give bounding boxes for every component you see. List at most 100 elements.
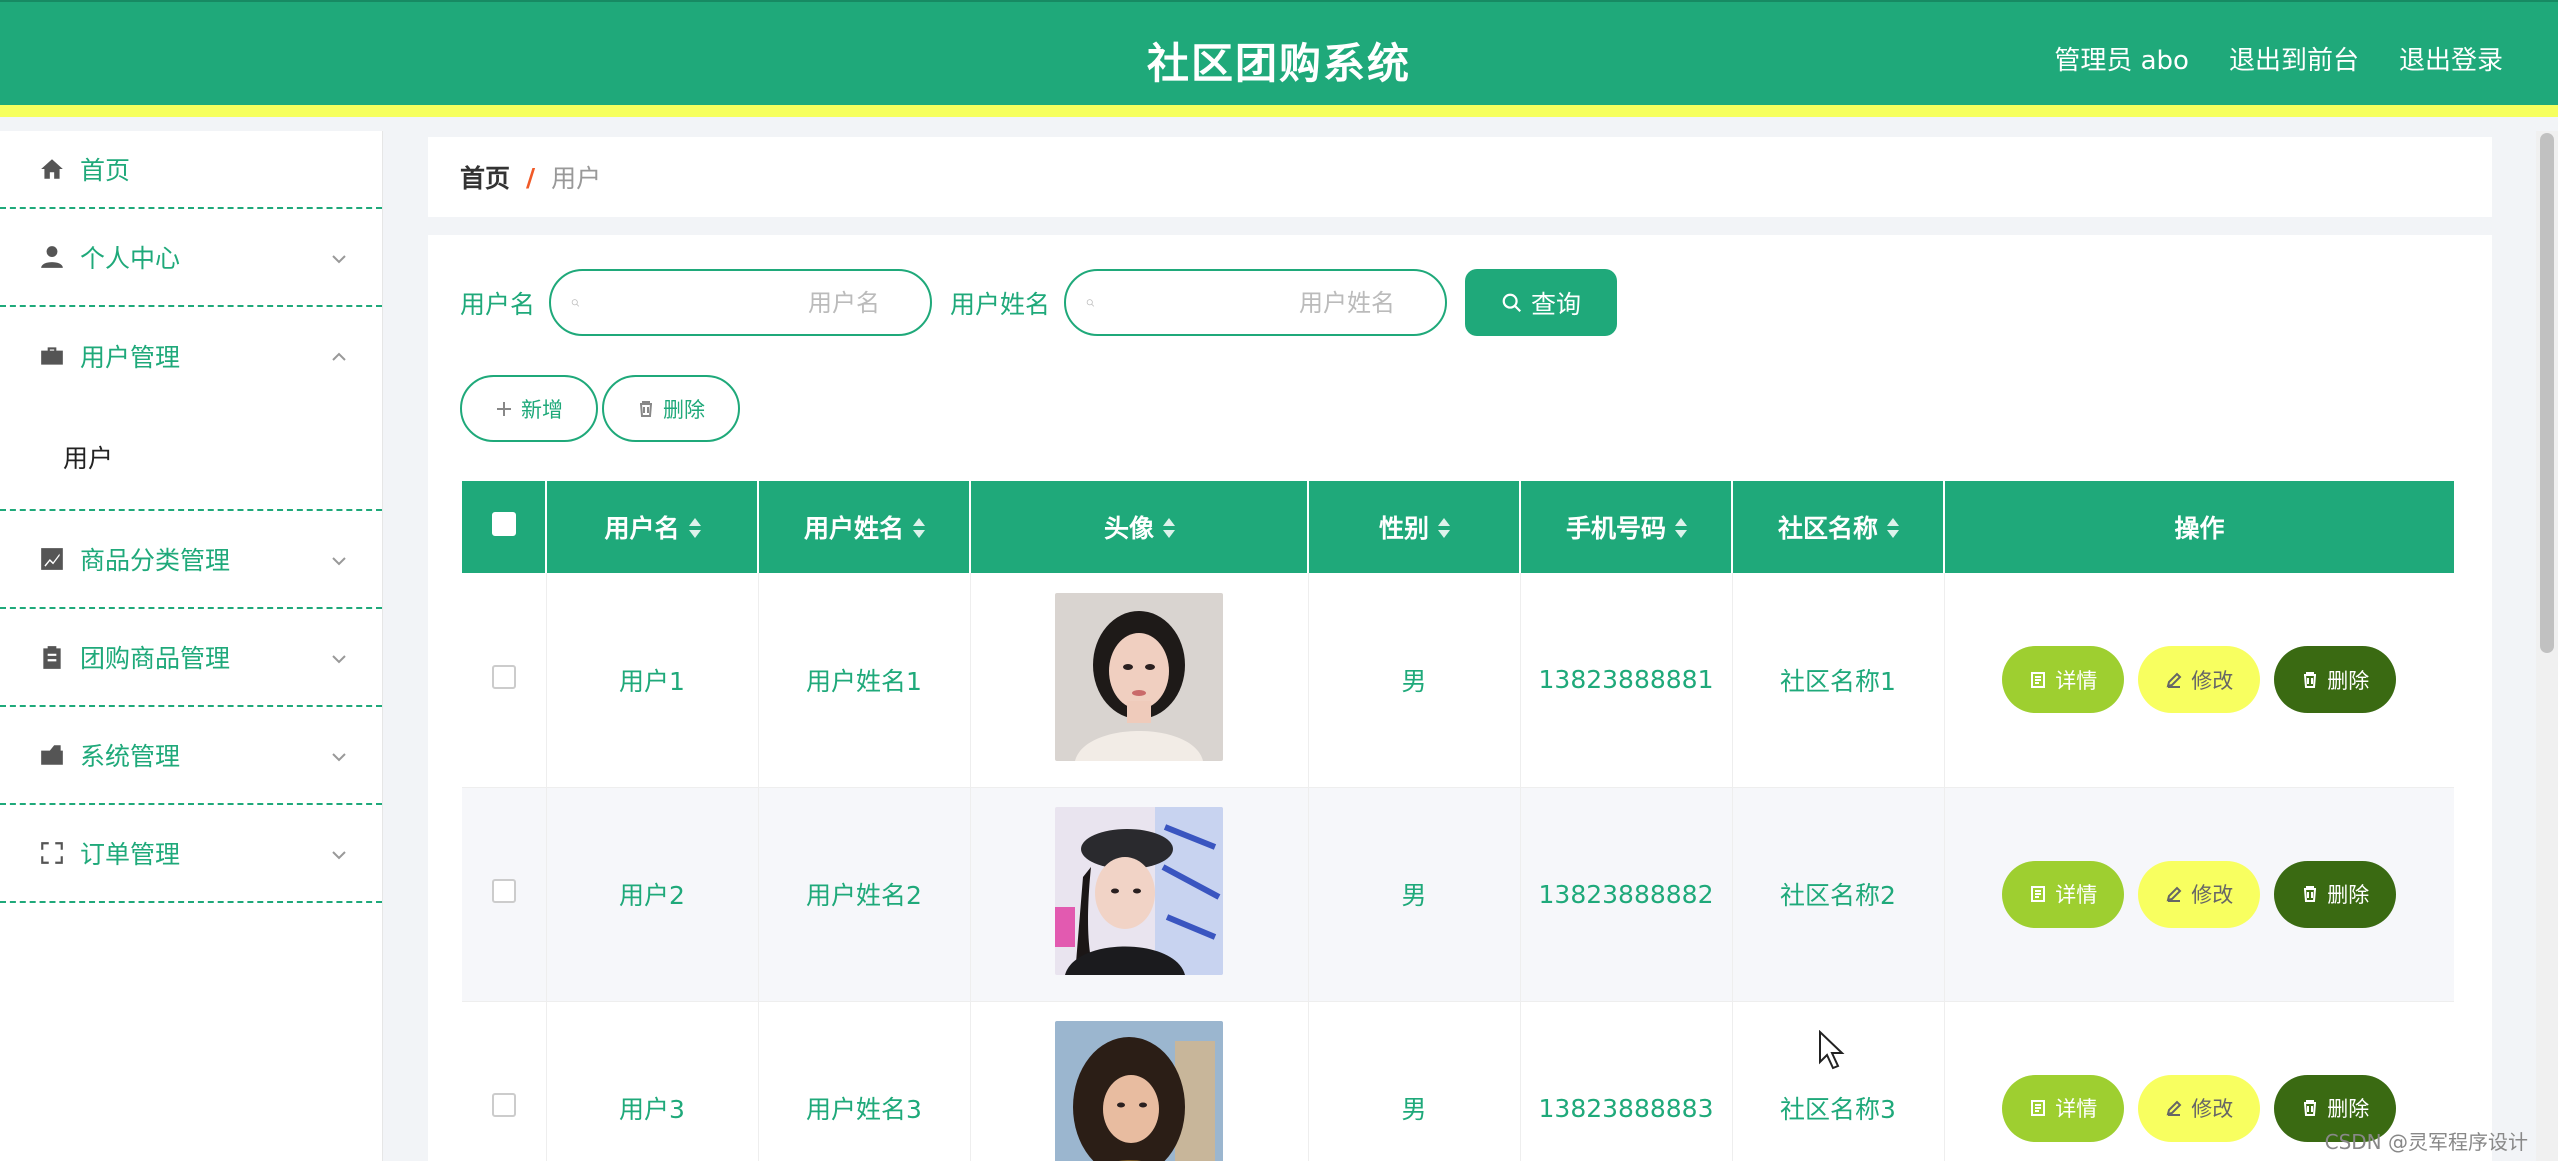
chart-icon <box>38 545 66 573</box>
sort-icon <box>1162 516 1175 545</box>
sidebar-item-order-management[interactable]: 订单管理 <box>0 805 382 903</box>
cell-username: 用户1 <box>546 573 759 788</box>
table-row: 用户2 用户姓名2 男 13823888882 社区名称2 详情 修改 删除 <box>462 787 2455 1002</box>
cell-community: 社区名称2 <box>1732 787 1945 1002</box>
sidebar-item-label: 订单管理 <box>80 840 181 869</box>
sort-icon <box>912 516 925 545</box>
sidebar-item-home[interactable]: 首页 <box>0 131 382 209</box>
search-icon <box>1502 293 1522 312</box>
sidebar-item-user-management[interactable]: 用户管理 <box>0 307 382 405</box>
exit-to-front-link[interactable]: 退出到前台 <box>2229 40 2359 77</box>
edit-button[interactable]: 修改 <box>2138 1074 2261 1142</box>
row-checkbox[interactable] <box>491 664 516 689</box>
detail-button[interactable]: 详情 <box>2002 1074 2125 1142</box>
row-checkbox[interactable] <box>491 879 516 903</box>
sidebar-item-label: 个人中心 <box>80 244 181 273</box>
watermark: CSDN @灵军程序设计 <box>2324 1130 2528 1154</box>
username-label: 用户名 <box>460 289 536 319</box>
document-icon <box>2031 671 2046 688</box>
delete-button[interactable]: 删除 <box>2274 860 2397 928</box>
sidebar-item-label: 用户管理 <box>80 343 181 372</box>
logout-link[interactable]: 退出登录 <box>2399 40 2503 77</box>
batch-delete-button-label: 删除 <box>663 397 705 422</box>
home-icon <box>38 155 66 183</box>
query-button[interactable]: 查询 <box>1465 269 1618 336</box>
table-header-row: 用户名 用户姓名 头像 性别 手机号码 社区名称 操作 <box>462 481 2454 573</box>
admin-user-label[interactable]: 管理员 abo <box>2054 40 2189 77</box>
column-header-operations: 操作 <box>1944 481 2454 573</box>
sidebar-item-groupbuy-goods[interactable]: 团购商品管理 <box>0 609 382 707</box>
briefcase-icon <box>38 342 66 370</box>
chevron-down-icon <box>330 547 348 566</box>
cell-community: 社区名称3 <box>1732 1001 1945 1161</box>
search-icon <box>571 298 580 307</box>
table-row: 用户1 用户姓名1 男 13823888881 社区名称1 详情 修改 删除 <box>462 573 2455 788</box>
sidebar: 首页 个人中心 用户管理 用户 商品分类管理 团购商品管理 系统管理 订单管理 <box>0 131 383 1161</box>
column-header-gender[interactable]: 性别 <box>1308 481 1521 573</box>
username-search-input[interactable] <box>580 288 911 317</box>
cell-gender: 男 <box>1308 787 1521 1002</box>
breadcrumb-home[interactable]: 首页 <box>460 159 510 195</box>
document-icon <box>2031 1100 2046 1116</box>
delete-button[interactable]: 删除 <box>2274 646 2397 714</box>
detail-button[interactable]: 详情 <box>2002 646 2125 714</box>
add-button-label: 新增 <box>521 397 563 422</box>
query-button-label: 查询 <box>1531 289 1582 319</box>
user-icon <box>38 243 66 271</box>
realname-search-input[interactable] <box>1095 288 1426 317</box>
chevron-down-icon <box>330 743 348 762</box>
scrollbar-thumb[interactable] <box>2540 133 2554 653</box>
column-header-avatar[interactable]: 头像 <box>970 481 1309 573</box>
action-toolbar: 新增 删除 <box>460 375 740 442</box>
cell-community: 社区名称1 <box>1732 573 1945 788</box>
cell-realname: 用户姓名2 <box>758 787 971 1002</box>
document-icon <box>2031 886 2046 902</box>
edit-button[interactable]: 修改 <box>2138 860 2261 928</box>
avatar[interactable] <box>1055 1021 1223 1161</box>
sort-icon <box>1886 516 1899 545</box>
batch-delete-button[interactable]: 删除 <box>602 375 740 442</box>
wallet-icon <box>38 741 66 769</box>
chevron-down-icon <box>330 645 348 664</box>
add-button[interactable]: 新增 <box>460 375 598 442</box>
content-panel: 用户名 用户姓名 查询 新增 删除 <box>428 235 2492 1161</box>
sidebar-item-personal-center[interactable]: 个人中心 <box>0 209 382 307</box>
column-header-community[interactable]: 社区名称 <box>1732 481 1945 573</box>
expand-icon <box>38 839 66 867</box>
header-actions: 管理员 abo 退出到前台 退出登录 <box>2054 40 2503 77</box>
sidebar-item-category-management[interactable]: 商品分类管理 <box>0 511 382 609</box>
column-header-realname[interactable]: 用户姓名 <box>758 481 971 573</box>
row-operations: 详情 修改 删除 <box>1945 646 2455 714</box>
column-header-username[interactable]: 用户名 <box>546 481 759 573</box>
avatar[interactable] <box>1055 807 1223 975</box>
avatar[interactable] <box>1055 592 1223 761</box>
cell-gender: 男 <box>1308 573 1521 788</box>
chevron-down-icon <box>330 245 348 264</box>
main-content: 首页 / 用户 用户名 用户姓名 查询 新增 <box>384 131 2532 1161</box>
vertical-scrollbar[interactable] <box>2536 131 2558 1161</box>
edit-button[interactable]: 修改 <box>2138 646 2261 714</box>
row-checkbox[interactable] <box>491 1093 516 1117</box>
select-all-checkbox[interactable] <box>491 512 516 536</box>
detail-button[interactable]: 详情 <box>2002 860 2125 928</box>
header-accent-bar <box>0 105 2558 117</box>
top-header: 社区团购系统 管理员 abo 退出到前台 退出登录 <box>0 0 2558 117</box>
sidebar-subitem-user[interactable]: 用户 <box>0 405 382 511</box>
row-operations: 详情 修改 删除 <box>1945 860 2455 928</box>
column-header-phone[interactable]: 手机号码 <box>1520 481 1733 573</box>
trash-icon <box>2304 886 2317 902</box>
breadcrumb: 首页 / 用户 <box>428 137 2492 217</box>
cell-phone: 13823888883 <box>1520 1001 1733 1161</box>
user-table: 用户名 用户姓名 头像 性别 手机号码 社区名称 操作 用户1 用户姓名1 男 … <box>462 481 2454 1161</box>
sort-icon <box>1674 516 1687 545</box>
cell-realname: 用户姓名1 <box>758 573 971 788</box>
sidebar-item-system-management[interactable]: 系统管理 <box>0 707 382 805</box>
pencil-icon <box>2166 886 2182 902</box>
pencil-icon <box>2166 672 2182 688</box>
clipboard-icon <box>38 643 66 671</box>
trash-icon <box>2304 671 2317 688</box>
sort-icon <box>688 516 701 545</box>
cell-username: 用户3 <box>546 1001 759 1161</box>
cell-realname: 用户姓名3 <box>758 1001 971 1161</box>
sidebar-item-label: 首页 <box>80 156 131 185</box>
